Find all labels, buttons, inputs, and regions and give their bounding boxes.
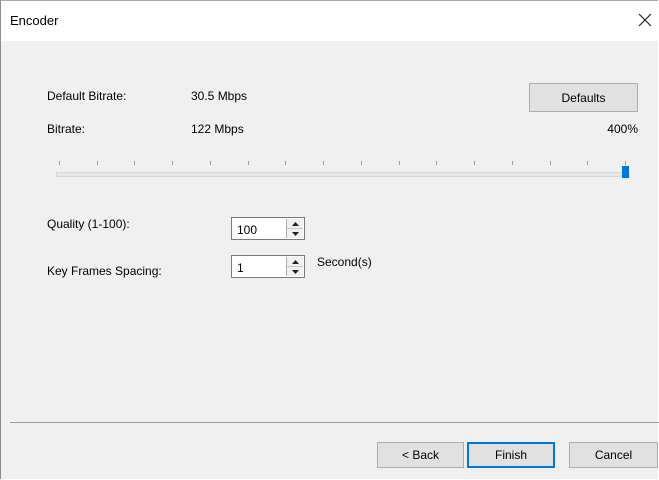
slider-tick — [625, 161, 626, 165]
slider-tick — [587, 161, 589, 165]
slider-tick — [209, 161, 211, 165]
finish-button[interactable]: Finish — [467, 442, 555, 468]
slider-tick — [285, 161, 287, 165]
keyframes-input[interactable]: 1 — [237, 261, 244, 275]
slider-thumb[interactable] — [622, 166, 629, 178]
slider-tick — [96, 161, 98, 165]
default-bitrate-label: Default Bitrate: — [47, 89, 127, 103]
back-button[interactable]: < Back — [377, 442, 464, 468]
keyframes-spinner[interactable] — [286, 257, 303, 276]
cancel-button[interactable]: Cancel — [569, 442, 658, 468]
quality-spinbox[interactable]: 100 — [231, 217, 305, 240]
slider-tick — [398, 161, 400, 165]
slider-tick — [511, 161, 513, 165]
slider-tick — [360, 161, 362, 165]
default-bitrate-value: 30.5 Mbps — [191, 89, 248, 103]
keyframes-label: Key Frames Spacing: — [47, 264, 162, 278]
title-bar: Encoder — [1, 1, 658, 41]
close-icon[interactable] — [632, 5, 658, 35]
encoder-dialog: Encoder Default Bitrate: 30.5 Mbps Defau… — [0, 0, 659, 479]
quality-spinner[interactable] — [286, 219, 303, 238]
slider-tick — [134, 161, 136, 165]
spin-up-icon[interactable] — [287, 219, 303, 229]
slider-tick — [549, 161, 551, 165]
slider-tick — [247, 161, 249, 165]
slider-tick — [436, 161, 438, 165]
slider-track[interactable] — [56, 172, 630, 177]
quality-label: Quality (1-100): — [47, 217, 130, 231]
spin-down-icon[interactable] — [287, 229, 303, 238]
spin-down-icon[interactable] — [287, 267, 303, 276]
bitrate-value: 122 Mbps — [191, 122, 244, 136]
slider-tick — [59, 161, 60, 165]
quality-input[interactable]: 100 — [237, 223, 257, 237]
window-title: Encoder — [10, 13, 59, 28]
bitrate-label: Bitrate: — [47, 122, 86, 136]
footer-separator — [10, 422, 659, 423]
defaults-button[interactable]: Defaults — [529, 83, 638, 112]
slider-tick — [172, 161, 174, 165]
keyframes-unit: Second(s) — [317, 255, 372, 269]
slider-tick — [474, 161, 476, 165]
bitrate-percent: 400% — [607, 122, 638, 136]
keyframes-spinbox[interactable]: 1 — [231, 255, 305, 278]
spin-up-icon[interactable] — [287, 257, 303, 267]
slider-tick — [323, 161, 325, 165]
